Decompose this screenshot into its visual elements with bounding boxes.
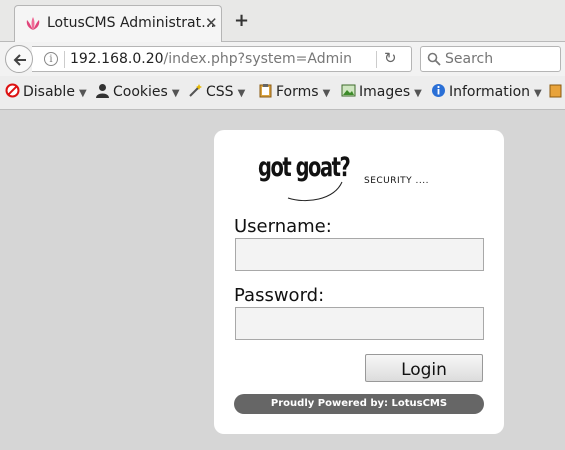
disable-icon bbox=[5, 83, 20, 98]
devbar-css-label: CSS bbox=[206, 84, 234, 100]
powered-by-bar: Proudly Powered by: LotusCMS bbox=[234, 394, 484, 414]
chevron-down-icon: ▼ bbox=[414, 88, 422, 99]
tab-strip: LotusCMS Administrat… ✕ + bbox=[0, 0, 565, 43]
username-field[interactable] bbox=[235, 238, 484, 271]
devbar-css[interactable]: CSS ▼ bbox=[188, 83, 245, 103]
reload-icon[interactable]: ↻ bbox=[384, 49, 397, 67]
chevron-down-icon: ▼ bbox=[237, 88, 246, 99]
back-arrow-icon bbox=[13, 54, 26, 66]
css-wand-icon bbox=[189, 84, 202, 97]
logo-swoosh-icon bbox=[287, 181, 343, 202]
lotus-favicon-icon bbox=[26, 17, 40, 30]
back-button[interactable] bbox=[5, 45, 33, 73]
new-tab-icon[interactable]: + bbox=[234, 10, 249, 31]
information-icon bbox=[432, 84, 445, 97]
devbar-images[interactable]: Images ▼ bbox=[341, 83, 422, 103]
tab-title: LotusCMS Administrat… bbox=[47, 15, 216, 31]
devbar-information[interactable]: Information ▼ bbox=[431, 83, 542, 103]
login-card: got goat? SECURITY .... Username: Passwo… bbox=[214, 130, 504, 434]
devbar-cookies-label: Cookies bbox=[113, 84, 168, 100]
search-icon bbox=[427, 52, 441, 66]
url-host: 192.168.0.20 bbox=[70, 51, 164, 67]
site-info-icon[interactable]: i bbox=[44, 52, 58, 66]
developer-toolbar: Disable ▼ Cookies ▼ CSS ▼ Forms ▼ Images ▼ In… bbox=[0, 76, 565, 110]
search-input[interactable] bbox=[445, 50, 555, 68]
search-box[interactable] bbox=[420, 46, 561, 72]
devbar-forms[interactable]: Forms ▼ bbox=[258, 83, 330, 103]
devbar-forms-label: Forms bbox=[276, 84, 319, 100]
forms-clipboard-icon bbox=[259, 84, 272, 98]
miscellaneous-icon bbox=[549, 84, 562, 98]
tab-close-icon[interactable]: ✕ bbox=[205, 14, 218, 32]
chevron-down-icon: ▼ bbox=[534, 88, 542, 99]
devbar-more[interactable] bbox=[548, 83, 565, 103]
devbar-disable-label: Disable bbox=[23, 84, 75, 100]
password-field[interactable] bbox=[235, 307, 484, 340]
devbar-images-label: Images bbox=[359, 84, 411, 100]
chevron-down-icon: ▼ bbox=[78, 88, 87, 99]
url-path: /index.php?system=Admin bbox=[163, 51, 353, 67]
navigation-bar: i 192.168.0.20/index.php?system=Admin ↻ bbox=[0, 42, 565, 76]
devbar-information-label: Information bbox=[449, 84, 531, 100]
devbar-disable[interactable]: Disable ▼ bbox=[5, 83, 87, 103]
reload-separator bbox=[376, 51, 377, 68]
url-text[interactable]: 192.168.0.20/index.php?system=Admin bbox=[70, 51, 352, 67]
browser-tab[interactable]: LotusCMS Administrat… ✕ bbox=[14, 5, 222, 43]
chevron-down-icon: ▼ bbox=[322, 88, 331, 99]
devbar-cookies[interactable]: Cookies ▼ bbox=[95, 83, 180, 103]
chevron-down-icon: ▼ bbox=[171, 88, 180, 99]
url-separator bbox=[64, 51, 65, 68]
images-icon bbox=[341, 84, 356, 97]
username-label: Username: bbox=[234, 216, 332, 237]
security-caption: SECURITY .... bbox=[364, 176, 429, 186]
password-label: Password: bbox=[234, 285, 325, 306]
url-bar[interactable]: i 192.168.0.20/index.php?system=Admin ↻ bbox=[32, 46, 412, 72]
cookies-icon bbox=[96, 84, 109, 98]
login-button[interactable]: Login bbox=[365, 354, 483, 382]
